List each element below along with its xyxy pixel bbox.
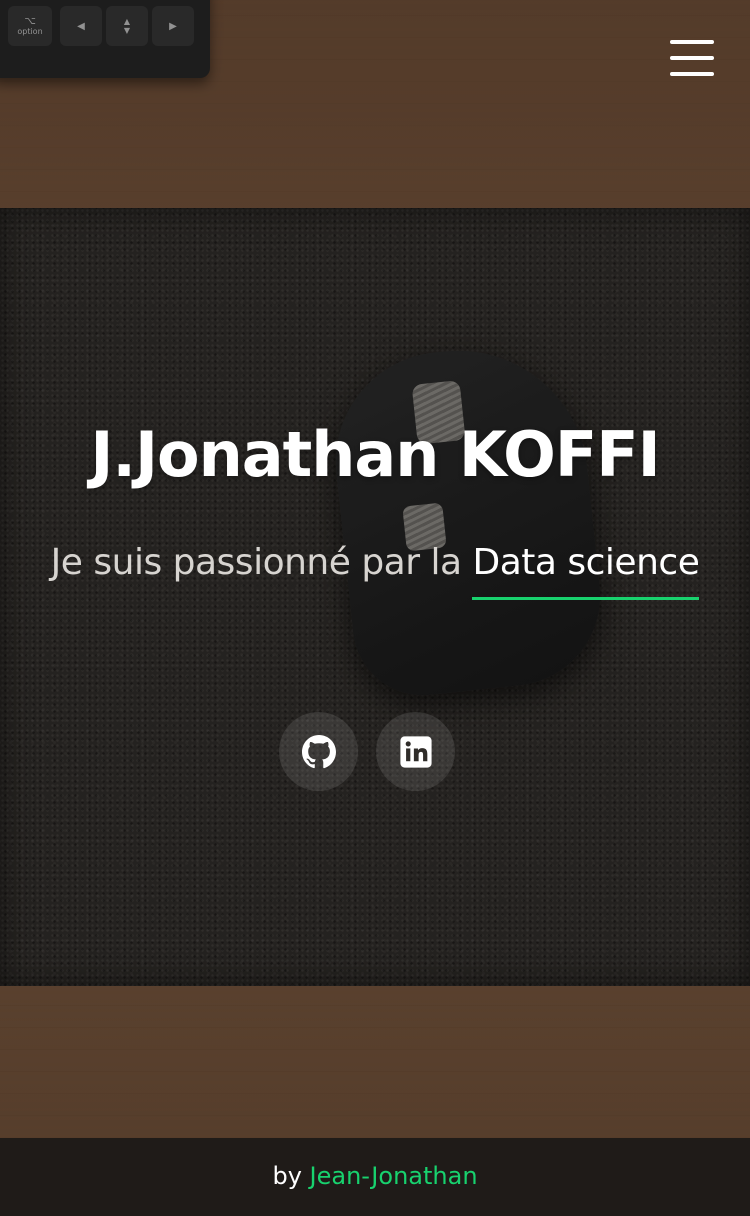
menu-bar-top: [670, 40, 714, 44]
footer: by Jean-Jonathan: [0, 1138, 750, 1216]
menu-bar-middle: [670, 56, 714, 60]
hamburger-menu-icon[interactable]: [670, 40, 714, 76]
footer-by-label: by: [272, 1162, 310, 1190]
tagline-typed-text: Data science: [472, 542, 700, 600]
hero-content: J.Jonathan KOFFI Je suis passionné par l…: [0, 0, 750, 1138]
hero-tagline: Je suis passionné par la Data science: [0, 542, 750, 600]
hero-name: J.Jonathan KOFFI: [90, 418, 660, 491]
github-icon: [301, 734, 336, 768]
social-links: [279, 712, 459, 792]
linkedin-icon: [399, 735, 432, 768]
menu-bar-bottom: [670, 72, 714, 76]
linkedin-link[interactable]: [376, 712, 455, 791]
footer-author-link[interactable]: Jean-Jonathan: [310, 1162, 478, 1190]
tagline-prefix: Je suis passionné par la: [50, 542, 473, 583]
github-link[interactable]: [279, 712, 358, 791]
